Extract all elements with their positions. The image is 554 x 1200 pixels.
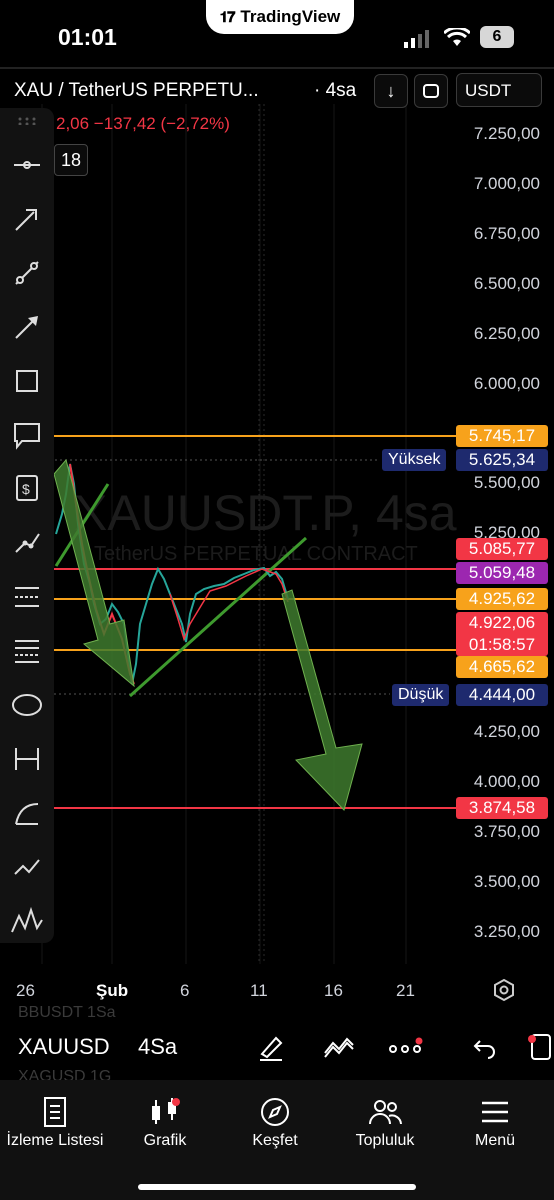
horizontal-line-icon[interactable]	[6, 144, 48, 186]
tab-watchlist[interactable]: İzleme Listesi	[0, 1092, 110, 1150]
tradingview-logo-icon: 𝟏𝟕	[219, 8, 236, 26]
price-tick: 4.250,00	[473, 722, 540, 741]
ghost-symbol-above: BBUSDT 1Sa	[18, 1004, 116, 1021]
rectangle-icon[interactable]	[6, 360, 48, 402]
home-indicator	[138, 1184, 416, 1190]
price-tick: 6.250,00	[473, 324, 540, 343]
symbol-title[interactable]: XAU / TetherUS PERPETU...	[14, 80, 259, 102]
status-time: 01:01	[58, 24, 117, 50]
price-tick: 6.000,00	[473, 374, 540, 393]
level-label-4925: 4.925,62	[456, 588, 548, 610]
arc-icon[interactable]	[6, 792, 48, 834]
indicators-icon[interactable]	[320, 1028, 358, 1066]
replay-button[interactable]	[414, 74, 448, 108]
interval-label[interactable]: · 4sa	[314, 80, 356, 102]
level-label-5059: 5.059,48	[456, 562, 548, 584]
price-chart[interactable]: XAUUSDT.P, 4sa TetherUS PERPETUAL CONTRA…	[0, 64, 554, 1008]
bottom-interval[interactable]: 4Sa	[138, 1034, 177, 1060]
community-icon	[369, 1100, 402, 1125]
layout-icon[interactable]	[526, 1028, 554, 1066]
tab-label: Menü	[474, 1132, 516, 1149]
path-icon[interactable]	[6, 522, 48, 564]
ellipse-icon[interactable]	[6, 684, 48, 726]
watermark-symbol: XAUUSDT.P, 4sa	[74, 485, 457, 541]
forecast-icon[interactable]	[6, 846, 48, 888]
tab-menu[interactable]: Menü	[440, 1092, 550, 1150]
level-label-5745: 5.745,17	[456, 425, 548, 447]
pattern-icon[interactable]	[6, 900, 48, 942]
date-tick: 6	[180, 981, 190, 1000]
tab-label: Grafik	[143, 1132, 187, 1149]
undo-icon[interactable]	[466, 1028, 504, 1066]
date-tick: 26	[16, 981, 35, 1000]
bottom-symbol[interactable]: XAUUSD	[18, 1034, 110, 1060]
draw-pen-icon[interactable]	[252, 1028, 290, 1066]
tradingview-pill[interactable]: 𝟏𝟕 TradingView	[206, 0, 354, 34]
price-change: 2,06 −137,42 (−2,72%)	[56, 114, 230, 133]
bar-countdown: 01:58:57	[456, 634, 548, 656]
drawing-toolbar: $	[0, 108, 54, 943]
currency-select[interactable]: USDT	[456, 73, 542, 107]
replay-icon	[423, 84, 439, 98]
level-label-4665: 4.665,62	[456, 656, 548, 678]
tab-label: İzleme Listesi	[6, 1132, 104, 1149]
date-tick: 11	[250, 981, 268, 1000]
measure-icon[interactable]	[6, 738, 48, 780]
price-note-icon[interactable]: $	[6, 468, 48, 510]
tab-community[interactable]: Topluluk	[330, 1092, 440, 1150]
chart-candles-icon	[152, 1098, 180, 1124]
fib-retracement-icon[interactable]	[6, 630, 48, 672]
price-tick: 6.750,00	[473, 224, 540, 243]
high-tag: Yüksek	[382, 449, 447, 471]
low-tag: Düşük	[392, 684, 450, 706]
tab-explore[interactable]: Keşfet	[220, 1092, 330, 1150]
tradingview-pill-label: TradingView	[240, 7, 341, 26]
watermark-description: TetherUS PERPETUAL CONTRACT	[94, 543, 418, 565]
brush-arrow-icon[interactable]	[6, 198, 48, 240]
price-tick: 3.750,00	[473, 822, 540, 841]
price-tick: 3.250,00	[473, 922, 540, 941]
more-options-icon[interactable]	[386, 1028, 424, 1066]
sort-down-button[interactable]: ↓	[374, 74, 408, 108]
callout-icon[interactable]	[6, 414, 48, 456]
price-tick: 7.250,00	[473, 124, 540, 143]
price-tick: 4.000,00	[473, 772, 540, 791]
level-label-5085: 5.085,77	[456, 538, 548, 560]
chart-settings-icon[interactable]	[492, 978, 516, 1007]
tab-label: Keşfet	[252, 1132, 298, 1149]
high-label: 5.625,34	[456, 449, 548, 471]
low-label: 4.444,00	[456, 684, 548, 706]
price-tick: 7.000,00	[473, 174, 540, 193]
price-tick: 3.500,00	[473, 872, 540, 891]
target-label-3874: 3.874,58	[456, 797, 548, 819]
wifi-icon	[442, 26, 472, 53]
date-tick: Şub	[96, 981, 129, 1000]
arrow-line-icon[interactable]	[6, 306, 48, 348]
signal-icon	[404, 30, 432, 53]
hamburger-icon	[482, 1101, 508, 1123]
tab-chart[interactable]: Grafik	[110, 1092, 220, 1150]
price-tick: 5.500,00	[473, 473, 540, 492]
tab-label: Topluluk	[355, 1132, 415, 1149]
price-tick: 6.500,00	[473, 274, 540, 293]
compass-icon	[261, 1098, 289, 1126]
arrow-down-icon: ↓	[386, 80, 396, 101]
date-tick: 16	[324, 981, 343, 1000]
battery-indicator: 6	[480, 26, 514, 48]
svg-text:$: $	[22, 481, 30, 497]
trend-line-icon[interactable]	[6, 252, 48, 294]
date-tick: 21	[396, 981, 415, 1000]
indicator-count[interactable]: 18	[54, 144, 88, 176]
last-price-label: 4.922,06	[456, 612, 548, 634]
pitchfork-icon[interactable]	[6, 576, 48, 618]
toolbar-drag-handle-icon[interactable]	[6, 108, 48, 134]
watchlist-icon	[44, 1097, 66, 1127]
